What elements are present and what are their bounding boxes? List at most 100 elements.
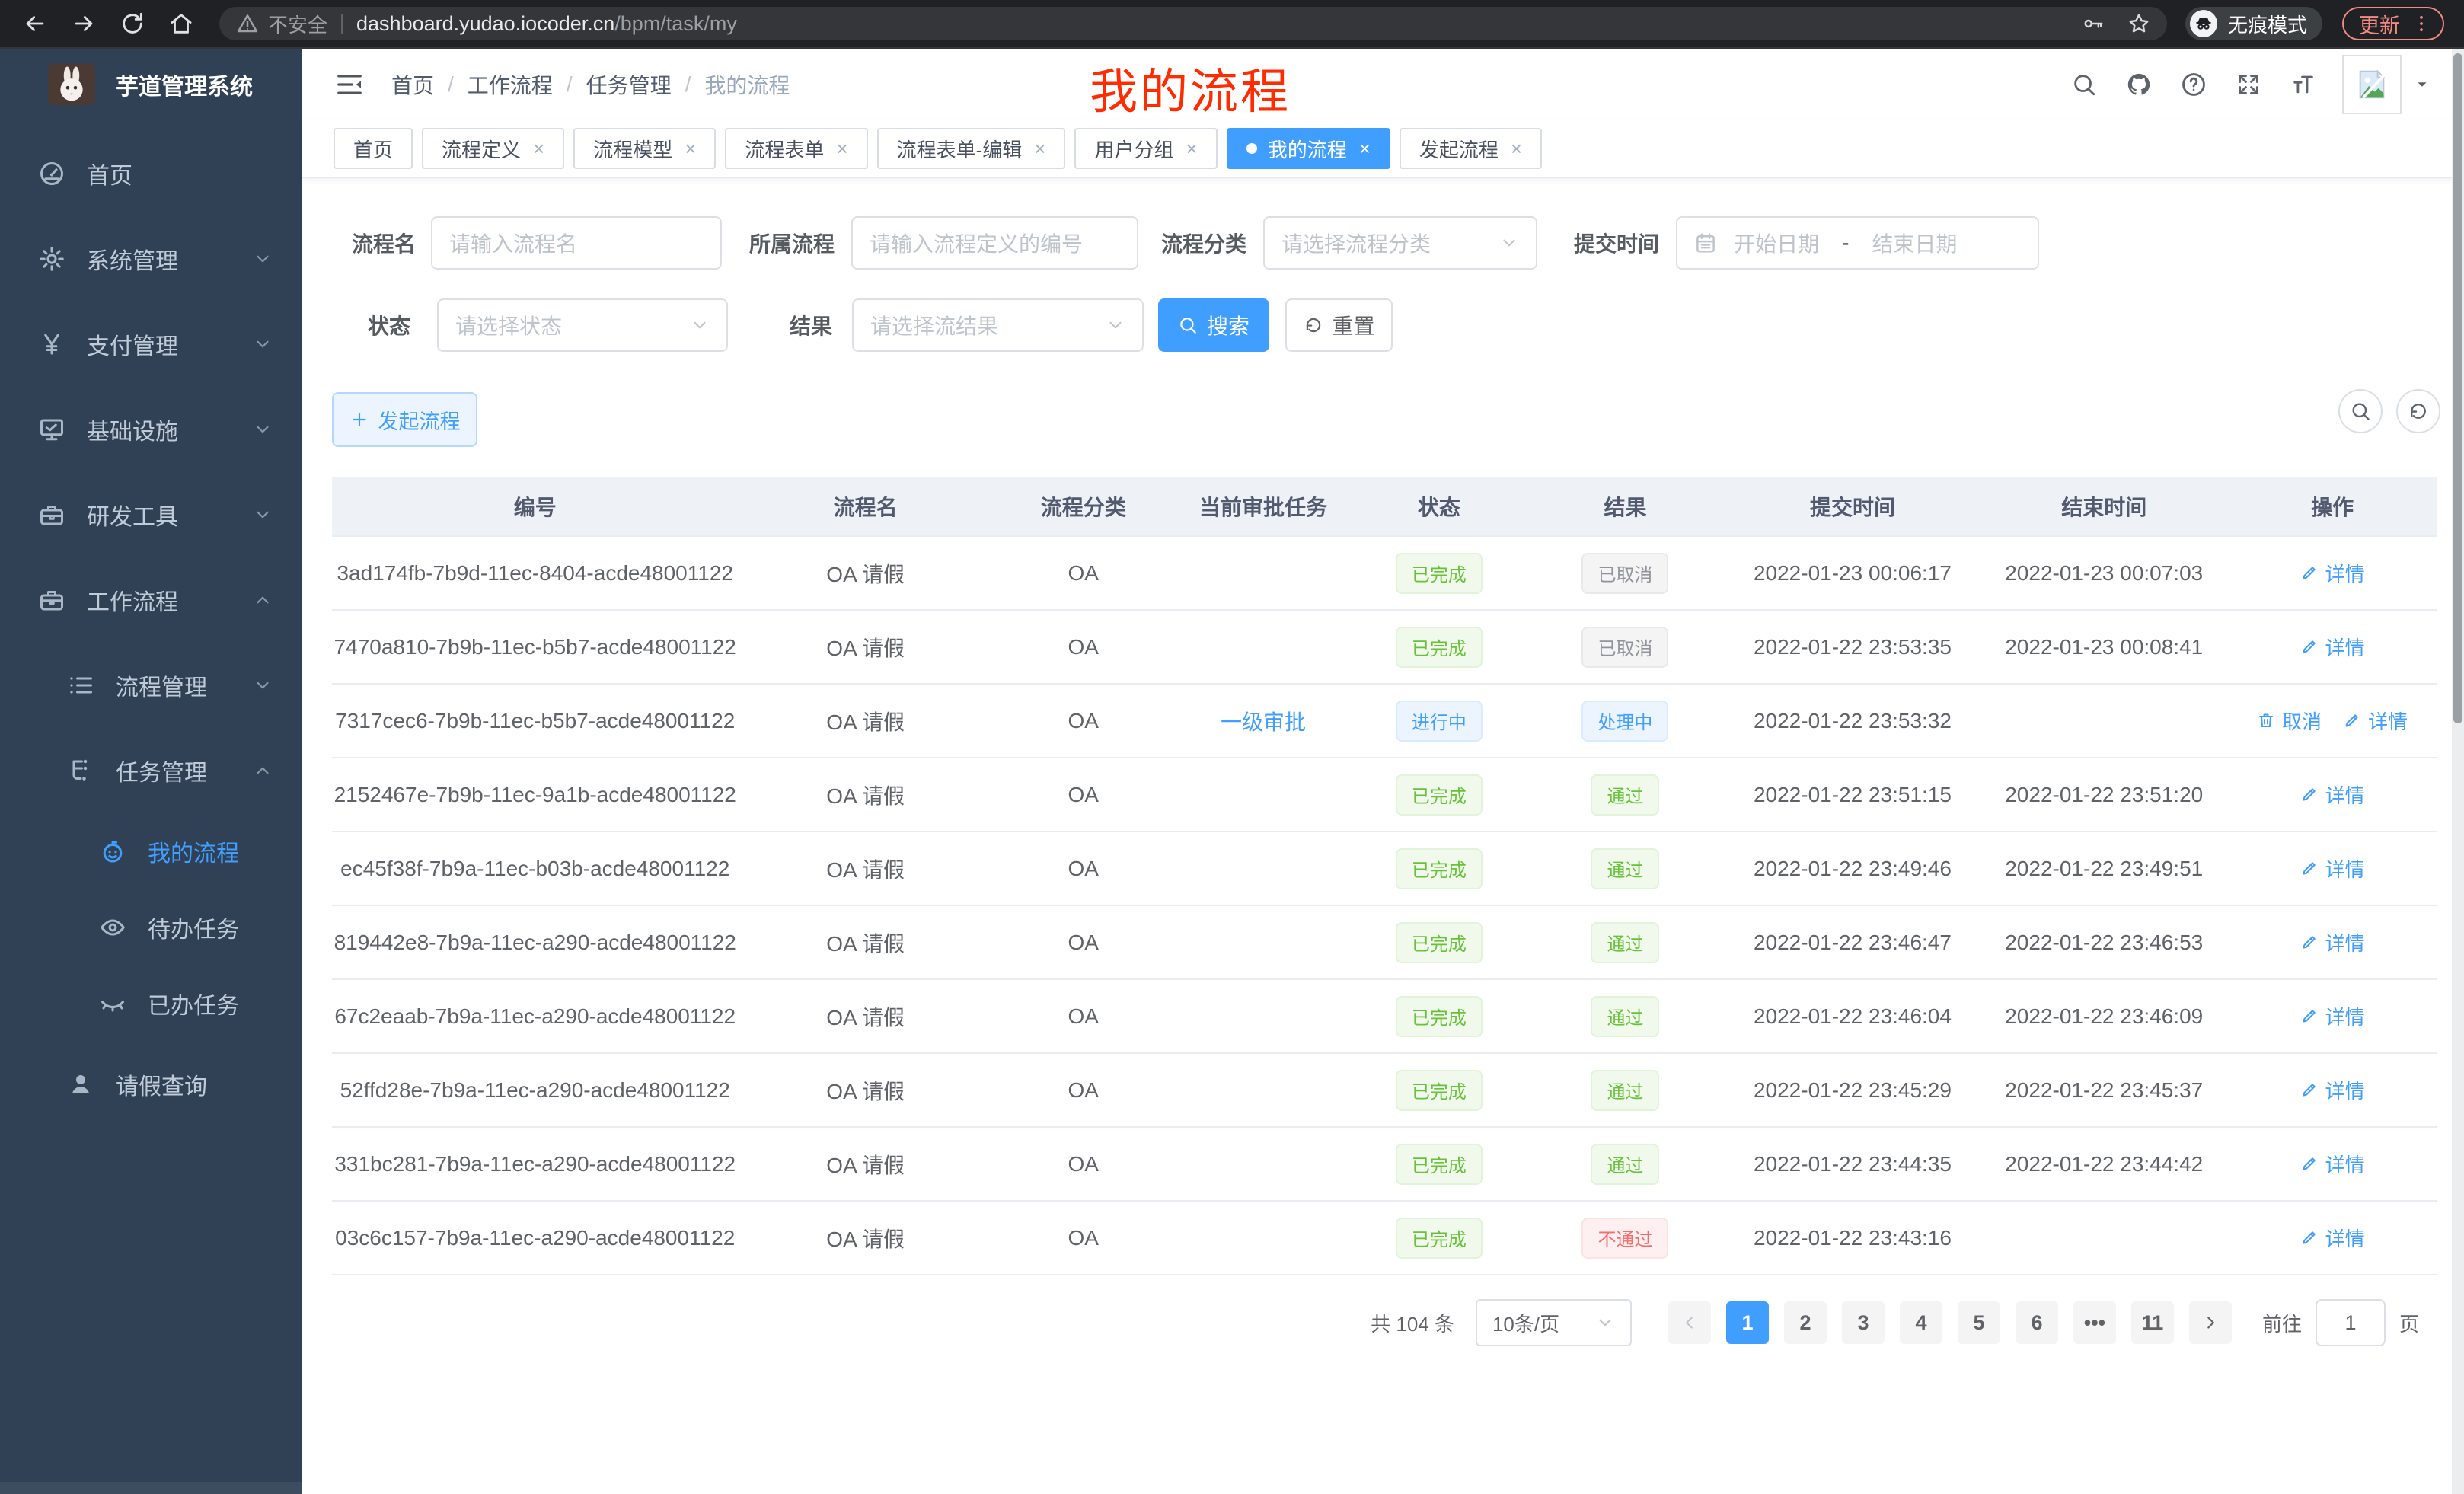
sidebar-item-devtools[interactable]: 研发工具 [0,472,302,557]
tab-process-definition[interactable]: 流程定义× [422,128,564,169]
breadcrumb-item[interactable]: 首页 [391,69,434,100]
cell-end-time: 2022-01-22 23:49:51 [1980,832,2228,905]
column-header: 流程名 [738,477,992,536]
sidebar-item-label: 流程管理 [116,669,207,702]
tab-my-process[interactable]: 我的流程× [1227,128,1390,169]
goto-page-input[interactable] [2316,1299,2386,1346]
create-process-button[interactable]: 发起流程 [332,392,477,447]
breadcrumb-item[interactable]: 任务管理 [586,69,672,100]
action-label: 详情 [2325,854,2365,883]
page-button[interactable]: 2 [1784,1301,1827,1344]
bookmark-star-icon[interactable] [2127,12,2150,35]
close-icon[interactable]: × [685,139,696,158]
scrollbar[interactable] [2452,49,2464,1494]
result-badge: 通过 [1591,848,1659,889]
sidebar-item-system[interactable]: 系统管理 [0,216,302,302]
back-icon[interactable] [20,8,50,39]
browser-update-button[interactable]: 更新 [2342,7,2444,40]
tab-process-form[interactable]: 流程表单× [725,128,867,169]
github-icon[interactable] [2126,72,2152,97]
detail-link[interactable]: 详情 [2300,1002,2365,1030]
page-button[interactable]: 6 [2016,1301,2058,1344]
page-button[interactable]: 1 [1726,1301,1769,1344]
detail-link[interactable]: 详情 [2300,1076,2365,1104]
table-search-toggle-button[interactable] [2338,389,2383,433]
cell-process-name: OA 请假 [738,758,992,832]
tab-process-model[interactable]: 流程模型× [573,128,716,169]
page-button[interactable]: 11 [2131,1301,2174,1344]
breadcrumb-item[interactable]: 工作流程 [468,69,553,100]
detail-link[interactable]: 详情 [2300,559,2365,587]
app-logo-row[interactable]: 芋道管理系统 [0,49,302,120]
result-select[interactable]: 请选择流结果 [852,298,1144,352]
page-button[interactable]: 3 [1842,1301,1885,1344]
sidebar-item-task-mgmt[interactable]: 任务管理 [0,728,302,813]
font-size-icon[interactable] [2290,72,2316,97]
close-icon[interactable]: × [1034,139,1045,158]
browser-menu-icon[interactable] [2411,13,2432,34]
current-task-link[interactable]: 一级审批 [1221,710,1306,734]
cancel-link[interactable]: 取消 [2257,707,2322,735]
reload-icon[interactable] [117,8,148,39]
search-button[interactable]: 搜索 [1158,298,1269,352]
reset-button[interactable]: 重置 [1285,298,1393,352]
goto-page: 前往 页 [2262,1299,2419,1346]
action-label: 详情 [2325,781,2365,809]
detail-link[interactable]: 详情 [2300,928,2365,956]
tab-user-group[interactable]: 用户分组× [1074,128,1217,169]
chevron-down-icon [253,505,273,525]
dashboard-icon [38,160,65,187]
detail-link[interactable]: 详情 [2300,633,2365,661]
sidebar-collapse-icon[interactable] [335,70,364,99]
sidebar-item-done-task[interactable]: 已办任务 [0,966,302,1042]
page-size-select[interactable]: 10条/页 [1476,1299,1632,1346]
sidebar-item-home[interactable]: 首页 [0,131,302,216]
help-icon[interactable] [2181,72,2207,97]
tab-process-form-edit[interactable]: 流程表单-编辑× [877,128,1066,169]
detail-link[interactable]: 详情 [2300,854,2365,883]
close-icon[interactable]: × [1511,139,1522,158]
close-icon[interactable]: × [533,139,544,158]
sidebar-item-workflow[interactable]: 工作流程 [0,557,302,643]
submit-time-range-input[interactable]: 开始日期 - 结束日期 [1676,216,2039,270]
sidebar-item-todo-task[interactable]: 待办任务 [0,889,302,966]
sidebar-item-process-mgmt[interactable]: 流程管理 [0,643,302,728]
close-icon[interactable]: × [1359,139,1371,158]
page-button[interactable]: 5 [1958,1301,2000,1344]
process-category-select[interactable]: 请选择流程分类 [1263,216,1537,270]
tab-bar: 首页流程定义×流程模型×流程表单×流程表单-编辑×用户分组×我的流程×发起流程× [302,120,2464,178]
sidebar-item-leave-query[interactable]: 请假查询 [0,1042,302,1127]
sidebar-item-payment[interactable]: 支付管理 [0,302,302,387]
tab-start-process[interactable]: 发起流程× [1400,128,1542,169]
forward-icon[interactable] [69,8,99,39]
page-button[interactable]: 4 [1900,1301,1942,1344]
process-name-label: 流程名 [352,228,416,258]
edit-icon [2300,1228,2319,1247]
prev-page-button[interactable] [1668,1301,1711,1344]
sidebar-item-infra[interactable]: 基础设施 [0,387,302,472]
avatar[interactable] [2342,55,2402,114]
detail-link[interactable]: 详情 [2300,1224,2365,1252]
search-icon[interactable] [2071,72,2097,97]
key-icon[interactable] [2082,12,2105,35]
sidebar-item-my-process[interactable]: 我的流程 [0,813,302,889]
process-definition-input[interactable]: 请输入流程定义的编号 [851,216,1138,270]
status-select[interactable]: 请选择状态 [437,298,728,352]
process-name-input[interactable]: 请输入流程名 [431,216,722,270]
fullscreen-icon[interactable] [2236,72,2261,97]
detail-link[interactable]: 详情 [2343,707,2408,735]
url-bar[interactable]: 不安全 dashboard.yudao.iocoder.cn /bpm/task… [219,7,2167,40]
close-icon[interactable]: × [1186,139,1198,158]
close-icon[interactable]: × [836,139,847,158]
detail-link[interactable]: 详情 [2300,1150,2365,1178]
page-buttons: 123456 ••• 11 [1711,1301,2174,1344]
more-pages-button[interactable]: ••• [2073,1301,2116,1344]
detail-link[interactable]: 详情 [2300,781,2365,809]
tab-home[interactable]: 首页 [334,128,413,169]
cell-result: 通过 [1525,1053,1725,1127]
scrollbar-thumb[interactable] [2453,53,2462,723]
home-icon[interactable] [166,8,196,39]
next-page-button[interactable] [2189,1301,2232,1344]
table-refresh-button[interactable] [2396,389,2440,433]
avatar-caret-icon[interactable] [2414,76,2430,93]
